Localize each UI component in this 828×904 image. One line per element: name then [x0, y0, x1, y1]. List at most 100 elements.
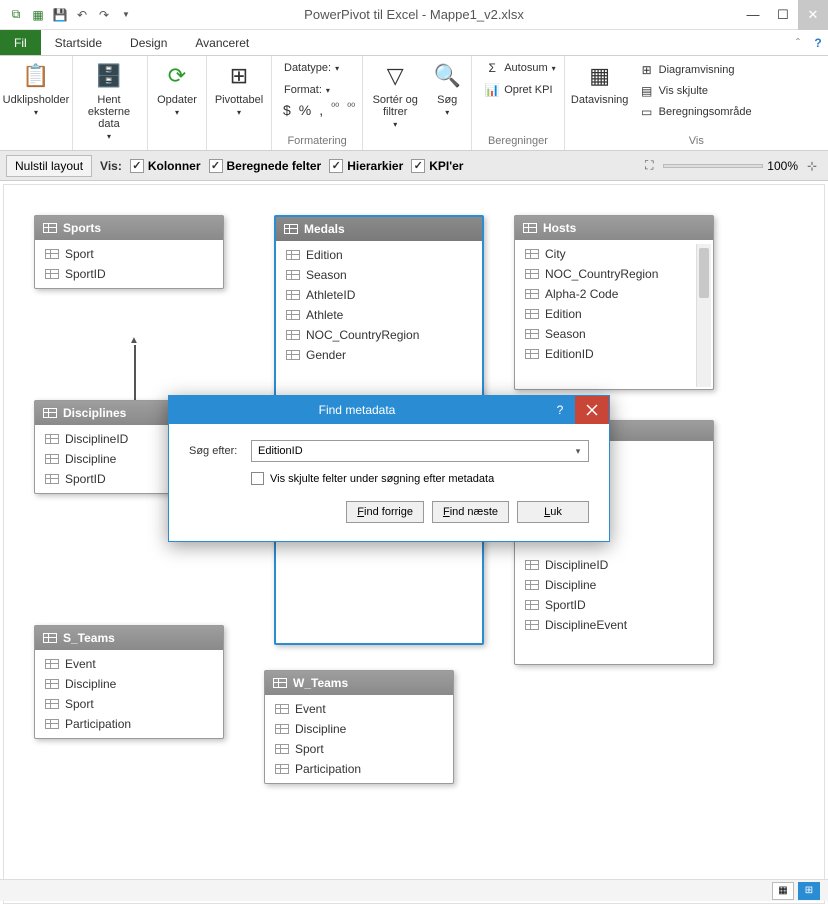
field[interactable]: Participation: [35, 714, 223, 734]
refresh-button[interactable]: ⟳ Opdater ▾: [152, 58, 202, 119]
tab-fil[interactable]: Fil: [0, 30, 41, 55]
tab-avanceret[interactable]: Avanceret: [181, 30, 263, 55]
find-button[interactable]: 🔍 Søg ▾: [427, 58, 467, 119]
dialog-ok-close-button[interactable]: Luk: [517, 501, 589, 523]
increase-decimal-button[interactable]: ⁰⁰: [328, 102, 342, 118]
search-dropdown-icon[interactable]: ▾: [570, 443, 586, 459]
table-icon: [523, 223, 537, 233]
field[interactable]: Gender: [276, 345, 482, 365]
table-steams[interactable]: S_Teams Event Discipline Sport Participa…: [34, 625, 224, 739]
diagramview-status-icon[interactable]: ⊞: [798, 882, 820, 900]
qat-dropdown-icon[interactable]: ▼: [116, 5, 136, 25]
field[interactable]: DisciplineEvent: [515, 615, 713, 635]
field[interactable]: Season: [276, 265, 482, 285]
table-scrollbar[interactable]: [699, 248, 709, 298]
sort-filter-button[interactable]: ▽ Sortér og filtrer ▾: [367, 58, 423, 131]
datatype-dropdown[interactable]: Datatype: ▾: [280, 58, 343, 78]
field[interactable]: Edition: [276, 245, 482, 265]
show-hidden-label: Vis skjulte felter under søgning efter m…: [270, 473, 494, 485]
format-dropdown[interactable]: Format: ▾: [280, 80, 334, 100]
field[interactable]: DisciplineID: [515, 555, 713, 575]
autosum-dropdown[interactable]: Σ Autosum ▾: [480, 58, 559, 78]
field[interactable]: AthleteID: [276, 285, 482, 305]
field[interactable]: Sport: [35, 244, 223, 264]
field[interactable]: Discipline: [265, 719, 453, 739]
field[interactable]: Event: [35, 654, 223, 674]
field[interactable]: Discipline: [35, 674, 223, 694]
calcarea-button[interactable]: ▭ Beregningsområde: [635, 102, 756, 122]
table-sports[interactable]: Sports Sport SportID: [34, 215, 224, 289]
table-icon: [284, 224, 298, 234]
field[interactable]: SportID: [35, 264, 223, 284]
field-icon: [45, 249, 59, 259]
create-kpi-button[interactable]: 📊 Opret KPI: [480, 80, 556, 100]
zoom-to-selection-icon[interactable]: ⊹: [802, 156, 822, 176]
field[interactable]: SportID: [515, 595, 713, 615]
excel-icon: ▦: [28, 5, 48, 25]
field[interactable]: Season: [515, 324, 713, 344]
field[interactable]: EditionID: [515, 344, 713, 364]
chk-kolonner[interactable]: ✓Kolonner: [130, 159, 201, 173]
table-hosts[interactable]: Hosts City NOC_CountryRegion Alpha-2 Cod…: [514, 215, 714, 390]
dialog-help-button[interactable]: ?: [545, 403, 575, 417]
field-icon: [45, 269, 59, 279]
pivottable-button[interactable]: ⊞ Pivottabel ▾: [211, 58, 267, 119]
collapse-ribbon-icon[interactable]: ˆ: [788, 33, 808, 53]
field-icon: [286, 350, 300, 360]
field[interactable]: NOC_CountryRegion: [515, 264, 713, 284]
field[interactable]: NOC_CountryRegion: [276, 325, 482, 345]
redo-icon[interactable]: ↷: [94, 5, 114, 25]
show-hidden-checkbox[interactable]: [251, 472, 264, 485]
reset-layout-button[interactable]: Nulstil layout: [6, 155, 92, 177]
field[interactable]: City: [515, 244, 713, 264]
table-icon: [43, 223, 57, 233]
tab-design[interactable]: Design: [116, 30, 181, 55]
field-icon: [45, 454, 59, 464]
get-external-data-button[interactable]: 🗄️ Hent eksterne data ▾: [77, 58, 141, 143]
table-icon: [273, 678, 287, 688]
window-close-button[interactable]: ✕: [798, 0, 828, 30]
showhidden-button[interactable]: ▤ Vis skjulte: [635, 81, 756, 101]
filter-icon: ▽: [379, 60, 411, 92]
field-icon: [525, 329, 539, 339]
find-previous-button[interactable]: Find forrige: [346, 501, 424, 523]
chk-beregnede[interactable]: ✓Beregnede felter: [209, 159, 322, 173]
zoom-slider[interactable]: [663, 164, 763, 168]
comma-button[interactable]: ,: [316, 102, 326, 118]
field[interactable]: Athlete: [276, 305, 482, 325]
powerpivot-icon: ⧉: [6, 5, 26, 25]
percent-button[interactable]: %: [296, 102, 314, 118]
field[interactable]: Participation: [265, 759, 453, 779]
chk-kpier[interactable]: ✓KPI'er: [411, 159, 463, 173]
maximize-button[interactable]: ☐: [768, 0, 798, 30]
minimize-button[interactable]: —: [738, 0, 768, 30]
field[interactable]: Edition: [515, 304, 713, 324]
field[interactable]: Event: [265, 699, 453, 719]
pivottable-icon: ⊞: [223, 60, 255, 92]
find-next-button[interactable]: Find næste: [432, 501, 509, 523]
field-icon: [525, 580, 539, 590]
kpi-icon: 📊: [484, 82, 500, 98]
field[interactable]: Sport: [265, 739, 453, 759]
table-wteams[interactable]: W_Teams Event Discipline Sport Participa…: [264, 670, 454, 784]
search-input[interactable]: EditionID ▾: [251, 440, 589, 462]
find-metadata-dialog: Find metadata ? Søg efter: EditionID ▾ V…: [168, 395, 610, 542]
field[interactable]: Alpha-2 Code: [515, 284, 713, 304]
field-icon: [275, 724, 289, 734]
field[interactable]: Sport: [35, 694, 223, 714]
diagramview-button[interactable]: ⊞ Diagramvisning: [635, 60, 756, 80]
chk-hierarkier[interactable]: ✓Hierarkier: [329, 159, 403, 173]
tab-startside[interactable]: Startside: [41, 30, 116, 55]
field[interactable]: Discipline: [515, 575, 713, 595]
decrease-decimal-button[interactable]: ⁰⁰: [344, 102, 358, 118]
undo-icon[interactable]: ↶: [72, 5, 92, 25]
clipboard-button[interactable]: 📋 Udklipsholder ▾: [4, 58, 68, 119]
dataview-button[interactable]: ▦ Datavisning: [569, 58, 631, 108]
fit-to-screen-icon[interactable]: ⛶: [639, 156, 659, 176]
currency-button[interactable]: $: [280, 102, 294, 118]
help-icon[interactable]: ?: [808, 33, 828, 53]
save-icon[interactable]: 💾: [50, 5, 70, 25]
field-icon: [286, 310, 300, 320]
gridview-icon[interactable]: ▦: [772, 882, 794, 900]
dialog-close-button[interactable]: [575, 396, 609, 424]
